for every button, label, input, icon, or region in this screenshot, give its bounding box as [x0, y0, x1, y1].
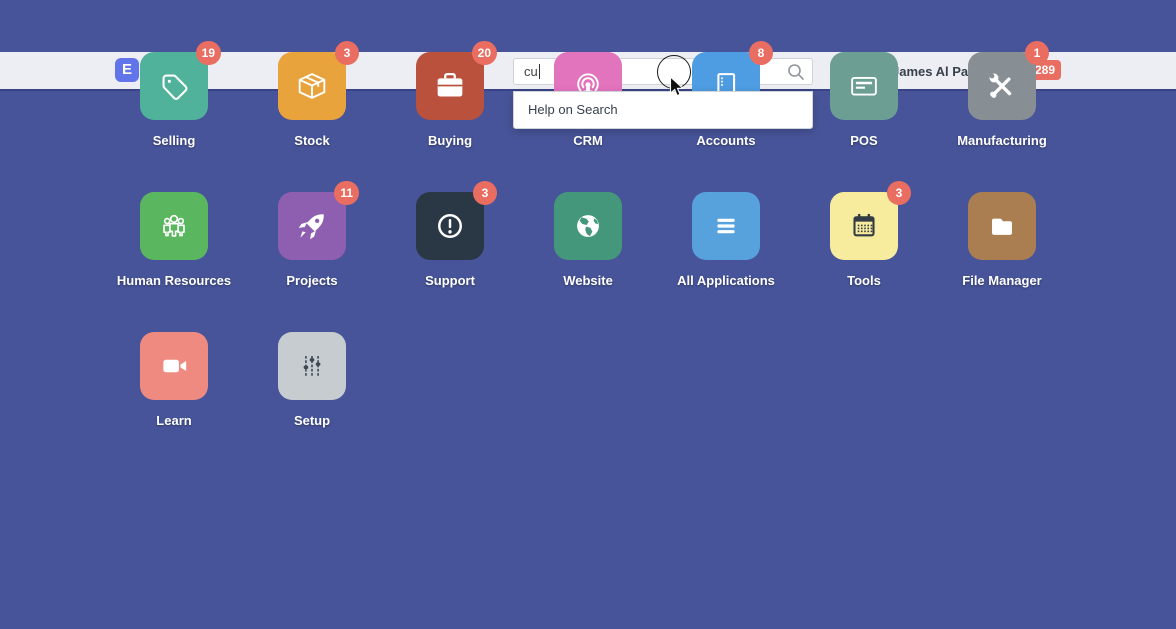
tag-icon — [155, 67, 193, 105]
rocket-icon — [293, 207, 331, 245]
module-tile-human-resources[interactable]: Human Resources — [105, 192, 243, 332]
module-label: File Manager — [962, 273, 1041, 288]
people-icon — [155, 207, 193, 245]
module-tile-support[interactable]: 3 Support — [381, 192, 519, 332]
text-caret — [539, 64, 540, 79]
notification-badge: 20 — [472, 41, 497, 65]
module-tile-file-manager[interactable]: File Manager — [933, 192, 1071, 332]
module-tile-learn[interactable]: Learn — [105, 332, 243, 472]
module-label: POS — [850, 133, 877, 148]
module-icon-box — [830, 52, 898, 120]
module-label: Tools — [847, 273, 881, 288]
module-tile-all-applications[interactable]: All Applications — [657, 192, 795, 332]
module-icon-box: 3 — [278, 52, 346, 120]
search-dropdown: Help on Search — [513, 91, 813, 129]
notification-badge: 19 — [196, 41, 221, 65]
module-label: Buying — [428, 133, 472, 148]
video-camera-icon — [155, 347, 193, 385]
module-icon-box — [692, 192, 760, 260]
module-tile-website[interactable]: Website — [519, 192, 657, 332]
module-icon-box — [278, 332, 346, 400]
module-label: Setup — [294, 413, 330, 428]
notification-badge: 1 — [1025, 41, 1049, 65]
module-label: Accounts — [696, 133, 755, 148]
box-icon — [293, 67, 331, 105]
notification-badge: 8 — [749, 41, 773, 65]
notification-badge: 3 — [887, 181, 911, 205]
sliders-icon — [293, 347, 331, 385]
alert-circle-icon — [431, 207, 469, 245]
module-icon-box: 3 — [830, 192, 898, 260]
module-icon-box — [554, 192, 622, 260]
module-icon-box: 1 — [968, 52, 1036, 120]
folder-icon — [983, 207, 1021, 245]
notification-badge: 3 — [473, 181, 497, 205]
notification-badge: 11 — [334, 181, 359, 205]
app-logo[interactable]: E — [115, 58, 139, 82]
module-label: Selling — [153, 133, 196, 148]
module-icon-box — [140, 192, 208, 260]
briefcase-icon — [431, 67, 469, 105]
module-icon-box: 3 — [416, 192, 484, 260]
module-icon-box — [968, 192, 1036, 260]
module-tile-projects[interactable]: 11 Projects — [243, 192, 381, 332]
module-label: CRM — [573, 133, 603, 148]
module-label: Learn — [156, 413, 191, 428]
module-icon-box: 11 — [278, 192, 346, 260]
help-on-search-item[interactable]: Help on Search — [514, 92, 812, 128]
module-label: Support — [425, 273, 475, 288]
module-label: Projects — [286, 273, 337, 288]
module-icon-box: 20 — [416, 52, 484, 120]
notification-badge: 3 — [335, 41, 359, 65]
calendar-icon — [845, 207, 883, 245]
module-label: Website — [563, 273, 613, 288]
module-icon-box — [140, 332, 208, 400]
module-label: All Applications — [677, 273, 775, 288]
card-icon — [845, 67, 883, 105]
module-tile-tools[interactable]: 3 Tools — [795, 192, 933, 332]
menu-icon — [707, 207, 745, 245]
wrench-icon — [983, 67, 1021, 105]
module-label: Manufacturing — [957, 133, 1047, 148]
search-icon[interactable] — [787, 63, 805, 86]
module-icon-box: 19 — [140, 52, 208, 120]
module-tile-setup[interactable]: Setup — [243, 332, 381, 472]
module-label: Stock — [294, 133, 329, 148]
globe-icon — [569, 207, 607, 245]
module-label: Human Resources — [117, 273, 231, 288]
